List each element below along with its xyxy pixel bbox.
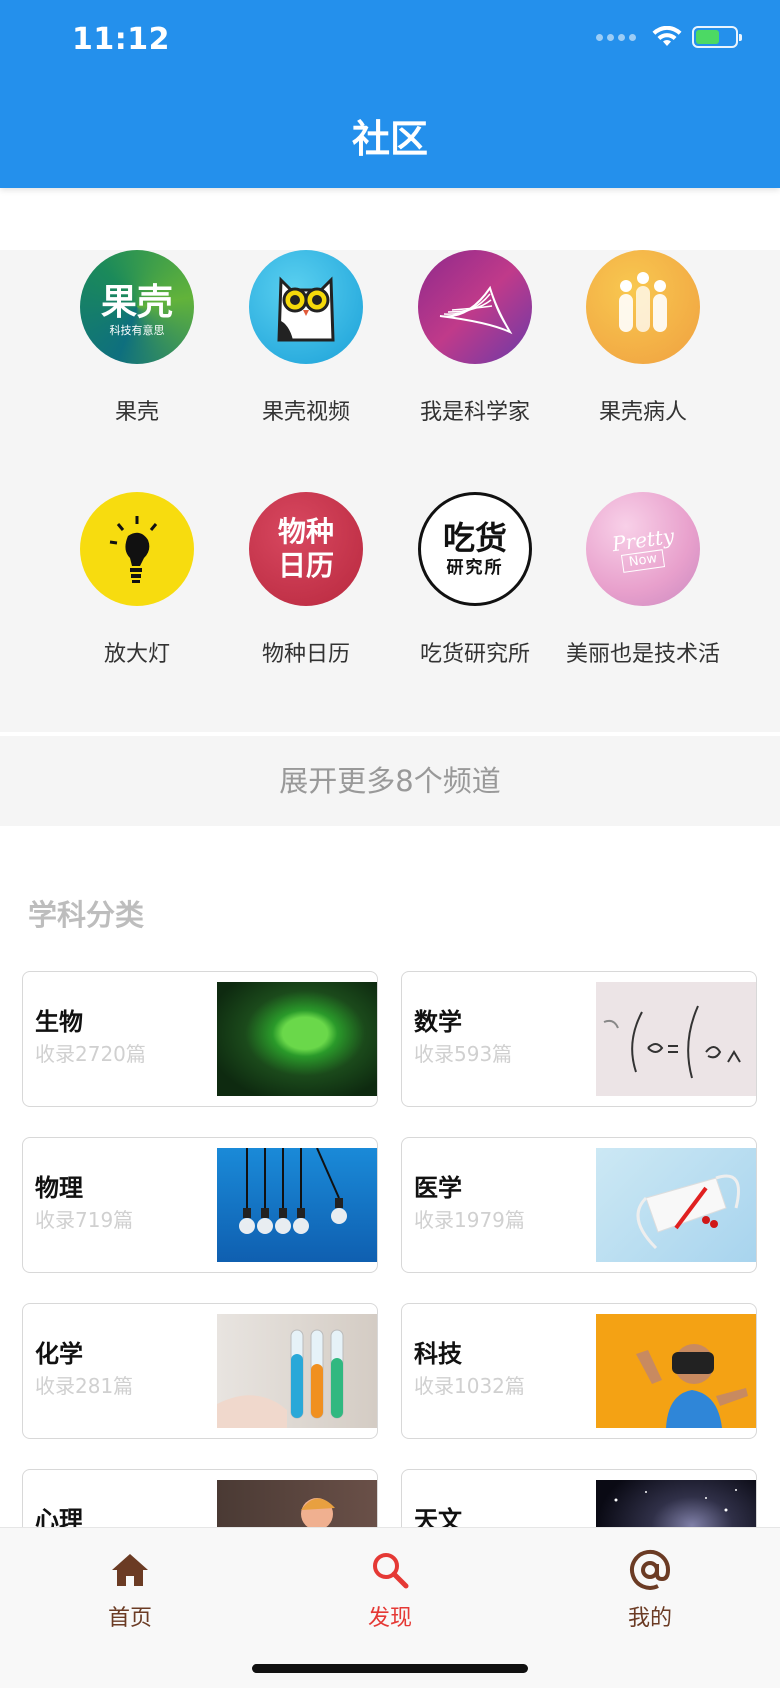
category-count: 收录593篇 — [414, 1042, 513, 1066]
category-name: 生物 — [35, 1008, 83, 1036]
channel-label: 放大灯 — [103, 642, 170, 667]
species-calendar-logo-icon: 物种 日历 — [249, 492, 363, 606]
wifi-icon — [652, 26, 682, 46]
pendulum-bulbs-photo-icon — [217, 1147, 377, 1262]
channel-i-am-scientist[interactable]: 我是科学家 — [390, 250, 560, 426]
top-app-bar: 11:12 社区 — [0, 0, 780, 188]
lightbulb-logo-icon — [80, 492, 194, 606]
channel-guokr-patient[interactable]: 果壳病人 — [558, 250, 728, 426]
category-card-medicine[interactable]: 医学 收录1979篇 — [401, 1137, 757, 1273]
section-title: 学科分类 — [28, 898, 145, 932]
guokr-logo-subtext: 科技有意思 — [109, 324, 165, 337]
foodie-logo-text: 吃货 — [442, 519, 507, 557]
tab-label: 我的 — [627, 1606, 672, 1631]
math-formula-photo-icon — [596, 982, 756, 1096]
battery-icon — [692, 26, 742, 48]
search-icon — [373, 1553, 409, 1589]
category-count: 收录1032篇 — [414, 1374, 525, 1398]
channel-guokr[interactable]: 果壳 科技有意思 果壳 — [52, 250, 222, 426]
home-icon — [112, 1554, 148, 1586]
page-title: 社区 — [351, 117, 428, 161]
status-icons — [596, 26, 742, 48]
tab-me[interactable]: 我的 — [570, 1548, 730, 1632]
guokr-logo-text: 果壳 — [100, 282, 173, 323]
tab-discover[interactable]: 发现 — [310, 1548, 470, 1632]
owl-logo-icon — [249, 250, 363, 364]
category-name: 化学 — [35, 1340, 83, 1368]
category-name: 科技 — [414, 1340, 462, 1368]
vr-headset-photo-icon — [596, 1314, 756, 1428]
category-card-physics[interactable]: 物理 收录719篇 — [22, 1137, 378, 1273]
foodie-logo-icon: 吃货 研究所 — [418, 492, 532, 606]
channel-grid: 果壳 科技有意思 果壳 果壳视频 我是科学家 果壳病人 放大灯 物种 日历 物种… — [0, 250, 780, 732]
status-time: 11:12 — [72, 22, 170, 57]
channel-species-calendar[interactable]: 物种 日历 物种日历 — [221, 492, 391, 668]
channel-label: 果壳病人 — [598, 400, 687, 425]
guokr-logo-icon: 果壳 科技有意思 — [80, 250, 194, 364]
signal-icon — [596, 33, 636, 41]
frog-photo-icon — [217, 982, 377, 1096]
channel-label: 物种日历 — [261, 642, 350, 667]
tab-label: 发现 — [367, 1606, 412, 1631]
home-indicator — [252, 1664, 528, 1673]
channel-foodie-institute[interactable]: 吃货 研究所 吃货研究所 — [390, 492, 560, 668]
category-name: 物理 — [35, 1174, 83, 1202]
channel-label: 果壳视频 — [261, 400, 350, 425]
category-card-technology[interactable]: 科技 收录1032篇 — [401, 1303, 757, 1439]
category-card-chemistry[interactable]: 化学 收录281篇 — [22, 1303, 378, 1439]
channel-label: 果壳 — [114, 400, 159, 425]
channel-label: 美丽也是技术活 — [565, 642, 720, 667]
channel-magnifier-lamp[interactable]: 放大灯 — [52, 492, 222, 668]
test-tubes-photo-icon — [217, 1314, 377, 1428]
channel-label: 我是科学家 — [419, 400, 530, 425]
channel-label: 吃货研究所 — [419, 642, 530, 667]
category-count: 收录281篇 — [35, 1374, 134, 1398]
category-card-math[interactable]: 数学 收录593篇 — [401, 971, 757, 1107]
channel-guokr-video[interactable]: 果壳视频 — [221, 250, 391, 426]
channel-beauty-tech[interactable]: Pretty Now 美丽也是技术活 — [558, 492, 728, 668]
mask-syringe-photo-icon — [596, 1148, 756, 1262]
tab-label: 首页 — [107, 1606, 152, 1631]
at-icon — [630, 1549, 671, 1590]
category-card-biology[interactable]: 生物 收录2720篇 — [22, 971, 378, 1107]
category-count: 收录719篇 — [35, 1208, 134, 1232]
tab-home[interactable]: 首页 — [50, 1548, 210, 1632]
wave-logo-icon — [418, 250, 532, 364]
species-calendar-logo-text: 物种 日历 — [277, 515, 334, 582]
category-name: 医学 — [414, 1174, 462, 1202]
expand-channels-button[interactable]: 展开更多8个频道 — [0, 736, 780, 826]
foodie-logo-subtext: 研究所 — [446, 558, 504, 578]
category-count: 收录1979篇 — [414, 1208, 525, 1232]
patient-logo-icon — [586, 250, 700, 364]
category-count: 收录2720篇 — [35, 1042, 146, 1066]
pretty-now-logo-icon: Pretty Now — [586, 492, 700, 606]
category-name: 数学 — [414, 1008, 462, 1036]
